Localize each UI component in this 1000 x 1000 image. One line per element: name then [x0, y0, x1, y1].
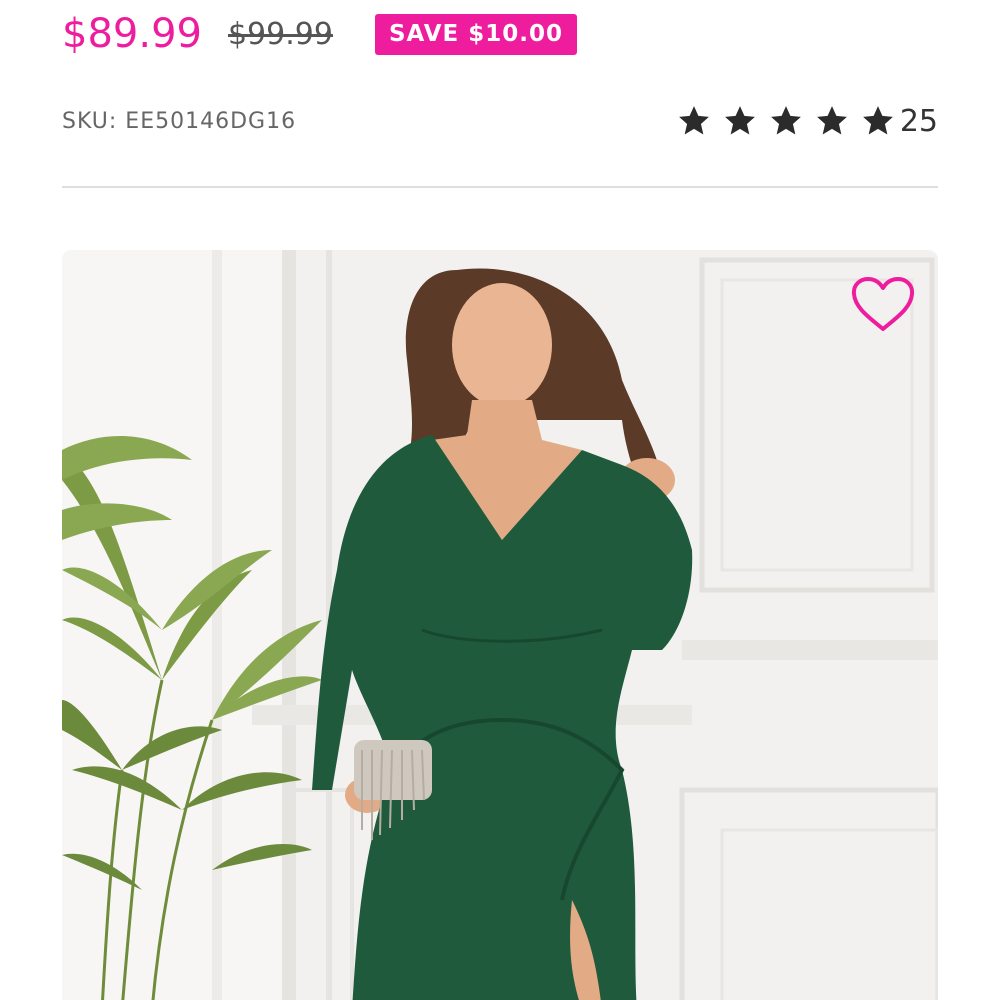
- product-image-card[interactable]: [62, 250, 938, 1000]
- rating-summary[interactable]: 25: [666, 104, 938, 139]
- star-icon: [860, 104, 896, 138]
- price-row: $89.99 $99.99 SAVE $10.00: [62, 6, 578, 62]
- product-photo: [62, 250, 938, 1000]
- wishlist-button[interactable]: [850, 276, 916, 334]
- savings-badge: SAVE $10.00: [374, 13, 578, 55]
- sku-label: SKU: EE50146DG16: [62, 108, 297, 134]
- star-icon: [768, 104, 804, 138]
- heart-outline-icon: [851, 277, 915, 331]
- star-icon: [722, 104, 758, 138]
- product-meta-row: SKU: EE50146DG16 25: [62, 96, 938, 146]
- star-icon: [676, 104, 712, 138]
- section-divider: [62, 186, 938, 188]
- original-price: $99.99: [227, 16, 333, 52]
- star-rating: [666, 104, 896, 138]
- star-icon: [814, 104, 850, 138]
- current-price: $89.99: [62, 11, 202, 57]
- review-count[interactable]: 25: [900, 104, 938, 139]
